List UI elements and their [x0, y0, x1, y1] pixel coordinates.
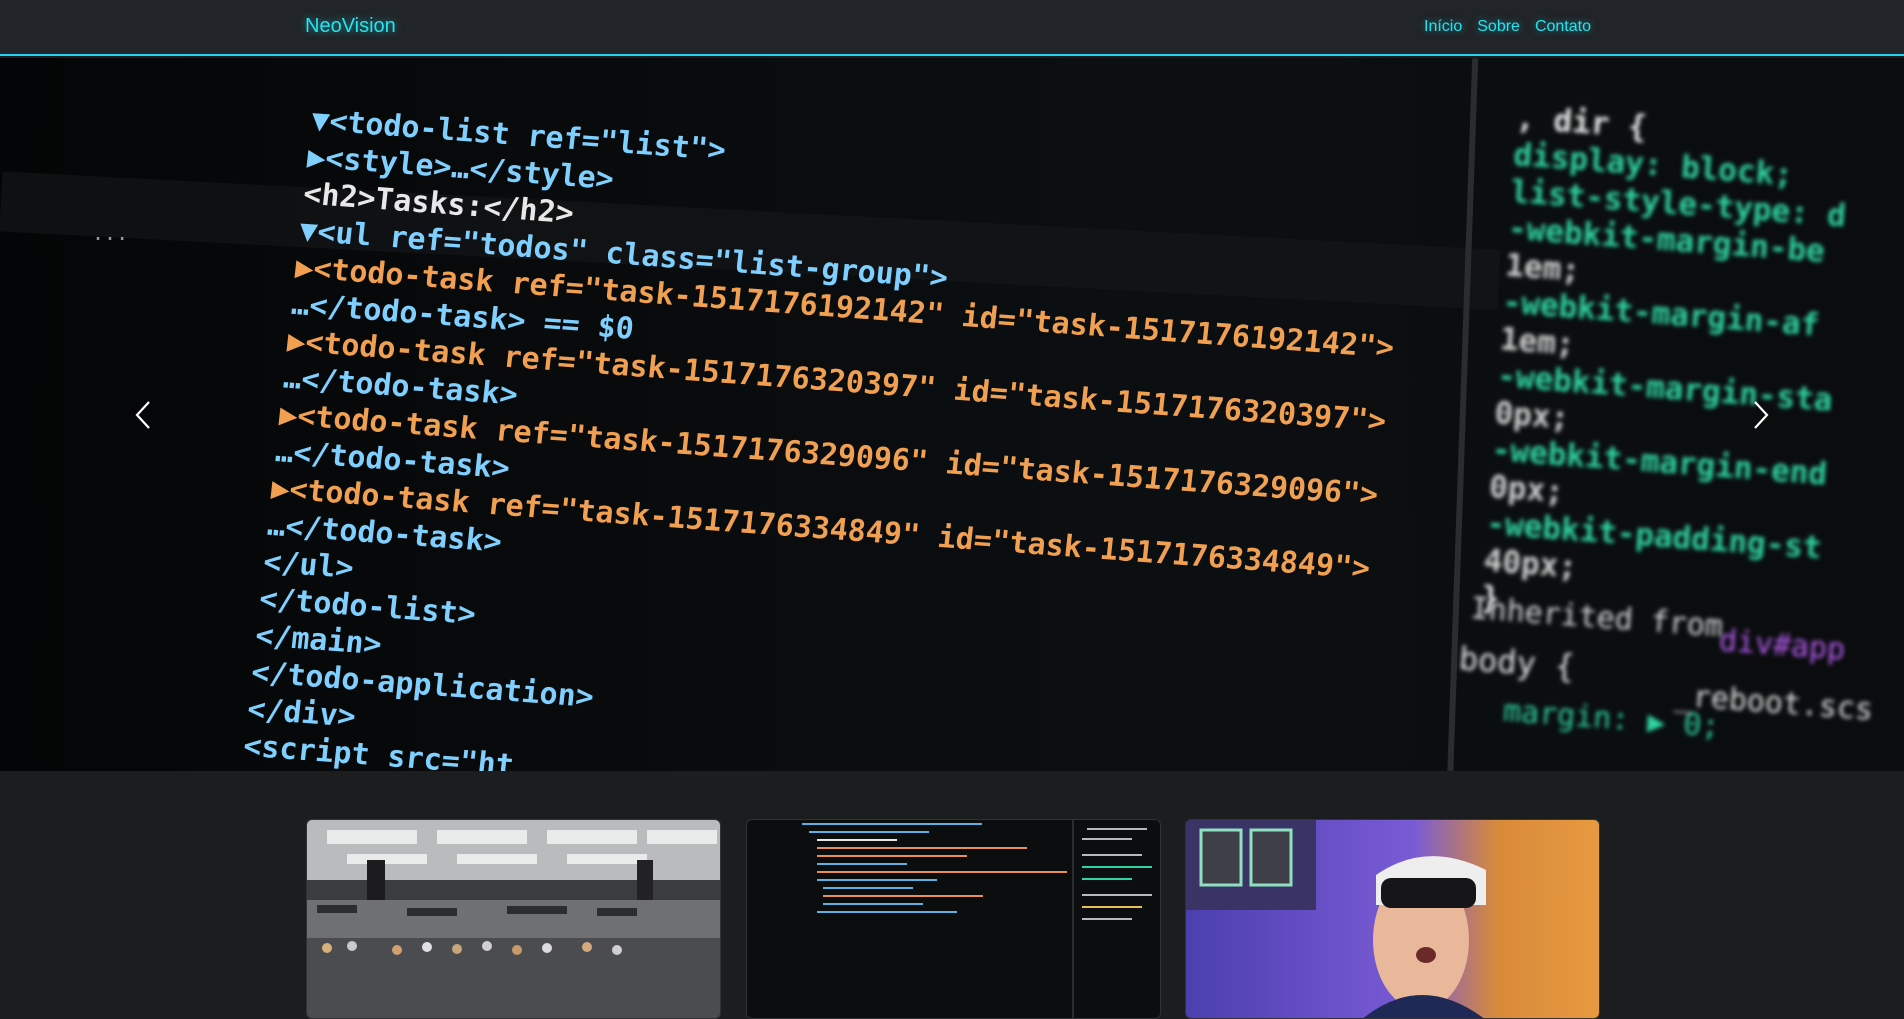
- carousel-prev-button[interactable]: [78, 58, 208, 771]
- brand-logo[interactable]: NeoVision: [305, 15, 396, 38]
- nav-link-sobre[interactable]: Sobre: [1477, 18, 1520, 36]
- navbar: NeoVision Início Sobre Contato: [0, 0, 1904, 56]
- card-code[interactable]: [746, 819, 1161, 1019]
- css-line: 0px;: [1488, 469, 1565, 510]
- carousel-next-button[interactable]: [1696, 58, 1826, 771]
- card-office[interactable]: [306, 819, 721, 1019]
- card-vr[interactable]: [1185, 819, 1600, 1019]
- css-line: 40px;: [1483, 543, 1579, 586]
- vr-headset-image: [1186, 820, 1599, 1018]
- css-line: 1em;: [1504, 248, 1581, 289]
- nav-link-contato[interactable]: Contato: [1535, 18, 1591, 36]
- hero-carousel: ▼<todo-list ref="list"> ▶<style>…</style…: [0, 58, 1904, 771]
- card-section: [0, 771, 1904, 1019]
- css-line: 0px;: [1493, 395, 1570, 436]
- code-line: </ul>: [262, 545, 356, 586]
- chevron-left-icon: [135, 400, 150, 429]
- css-line: 1em;: [1499, 321, 1576, 362]
- chevron-right-icon: [1754, 400, 1769, 429]
- nav-links: Início Sobre Contato: [1424, 18, 1591, 36]
- office-workspace-image: [307, 820, 720, 1018]
- carousel-slide-image: ▼<todo-list ref="list"> ▶<style>…</style…: [0, 58, 1904, 771]
- nav-link-inicio[interactable]: Início: [1424, 18, 1462, 36]
- code-editor-image: [747, 820, 1160, 1018]
